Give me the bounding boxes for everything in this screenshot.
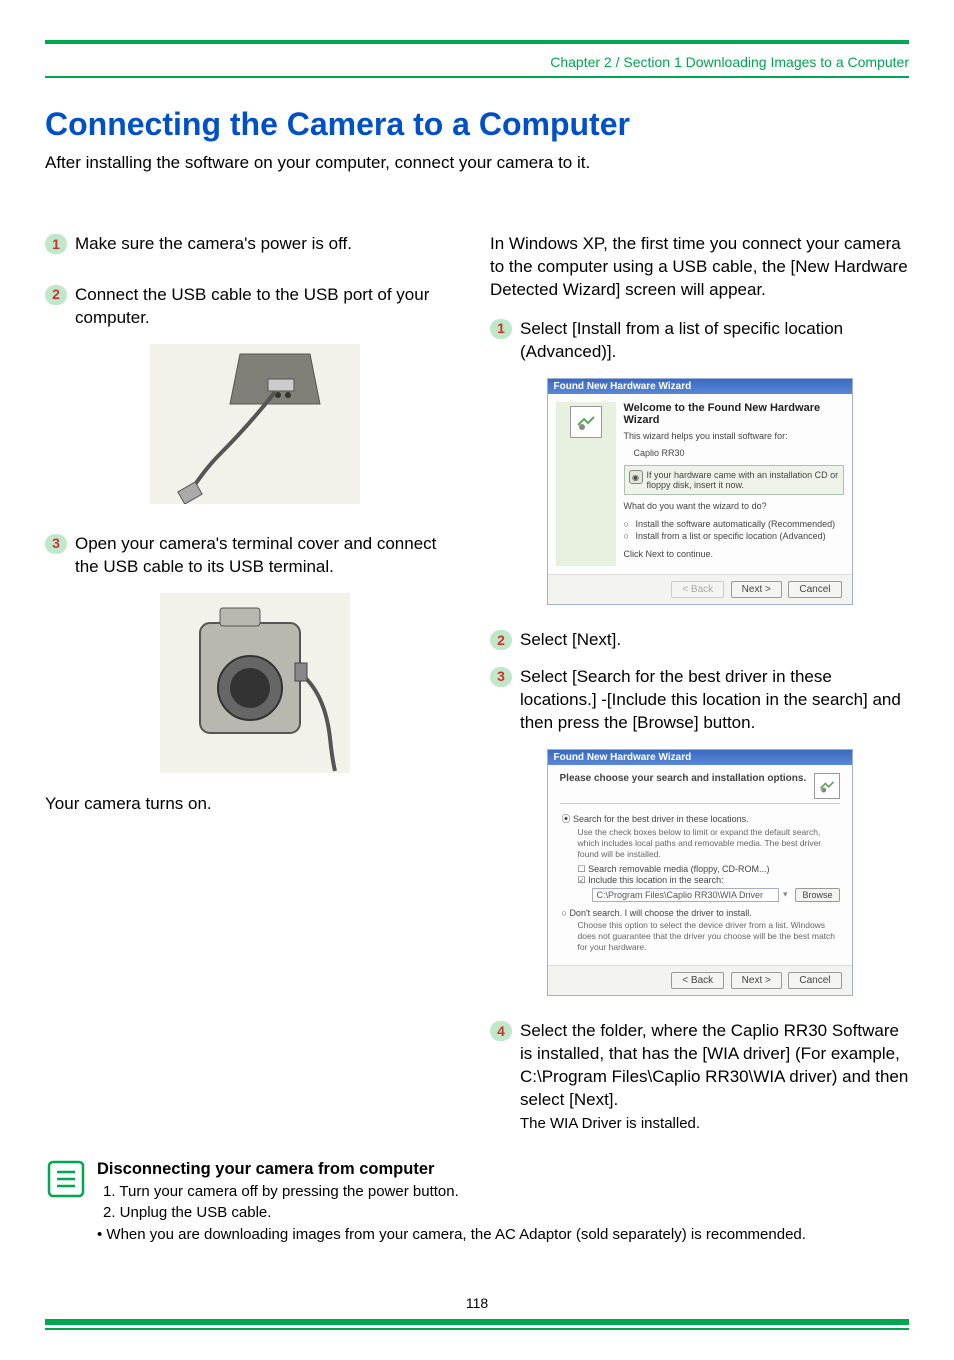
wizard1-heading: Welcome to the Found New Hardware Wizard	[624, 402, 844, 427]
tip-note: When you are downloading images from you…	[97, 1225, 806, 1245]
step-text: Make sure the camera's power is off.	[75, 233, 464, 256]
wizard2-title: Found New Hardware Wizard	[548, 750, 852, 765]
footer-rule-thick	[45, 1319, 909, 1325]
step-text: Select the folder, where the Caplio RR30…	[520, 1020, 909, 1134]
wizard1-opt-advanced[interactable]: Install from a list or specific location…	[624, 531, 844, 541]
right-step-4: 4 Select the folder, where the Caplio RR…	[490, 1020, 909, 1134]
step-badge: 4	[490, 1021, 512, 1041]
step-text: Open your camera's terminal cover and co…	[75, 533, 464, 579]
step-badge: 3	[45, 534, 67, 554]
step-text: Connect the USB cable to the USB port of…	[75, 284, 464, 330]
wizard1-continue: Click Next to continue.	[624, 549, 844, 560]
wizard2-opt1-desc: Use the check boxes below to limit or ex…	[578, 827, 840, 860]
page-number: 118	[45, 1295, 909, 1311]
left-step-2: 2 Connect the USB cable to the USB port …	[45, 284, 464, 330]
hardware-icon	[570, 406, 602, 438]
dropdown-icon[interactable]: ▾	[783, 889, 788, 900]
wizard1-device: Caplio RR30	[624, 448, 844, 459]
wizard2-chk-include-location[interactable]: Include this location in the search:	[578, 875, 840, 886]
note-icon	[45, 1158, 87, 1200]
wizard2-opt-dont-search[interactable]: Don't search. I will choose the driver t…	[562, 908, 840, 918]
wizard1-p1: This wizard helps you install software f…	[624, 431, 844, 442]
wizard2-next-button[interactable]: Next >	[731, 972, 782, 989]
left-step-1: 1 Make sure the camera's power is off.	[45, 233, 464, 256]
wizard1-back-button: < Back	[671, 581, 724, 598]
wizard1-title: Found New Hardware Wizard	[548, 379, 852, 394]
wizard2-browse-button[interactable]: Browse	[795, 888, 839, 902]
wizard1-opt-auto[interactable]: Install the software automatically (Reco…	[624, 519, 844, 529]
wizard1-cancel-button[interactable]: Cancel	[788, 581, 841, 598]
step-badge: 2	[45, 285, 67, 305]
step-badge: 2	[490, 630, 512, 650]
wizard-screenshot-2: Found New Hardware Wizard Please choose …	[490, 749, 909, 996]
right-column: In Windows XP, the first time you connec…	[490, 233, 909, 1136]
intro-text: After installing the software on your co…	[45, 153, 909, 173]
wizard1-hint-text: If your hardware came with an installati…	[647, 470, 839, 490]
wizard2-opt2-desc: Choose this option to select the device …	[578, 920, 840, 953]
header-rule-bottom	[45, 76, 909, 78]
step-text: Select [Install from a list of specific …	[520, 318, 909, 364]
step-text: Select [Next].	[520, 629, 909, 652]
breadcrumb: Chapter 2 / Section 1 Downloading Images…	[45, 54, 909, 76]
tip-step-1: 1. Turn your camera off by pressing the …	[103, 1182, 806, 1202]
wizard1-hint: ◉ If your hardware came with an installa…	[624, 465, 844, 495]
wizard-screenshot-1: Found New Hardware Wizard Welcome to the…	[490, 378, 909, 605]
right-step-1: 1 Select [Install from a list of specifi…	[490, 318, 909, 364]
wizard2-heading: Please choose your search and installati…	[560, 773, 807, 784]
step-badge: 1	[45, 234, 67, 254]
step-badge: 1	[490, 319, 512, 339]
page-title: Connecting the Camera to a Computer	[45, 106, 909, 143]
tip-heading: Disconnecting your camera from computer	[97, 1158, 806, 1180]
wizard2-path-input[interactable]: C:\Program Files\Caplio RR30\WIA Driver	[592, 888, 779, 902]
wizard1-question: What do you want the wizard to do?	[624, 501, 844, 512]
wizard2-chk-removable[interactable]: Search removable media (floppy, CD-ROM..…	[578, 864, 840, 875]
wizard2-back-button[interactable]: < Back	[671, 972, 724, 989]
header-rule-top	[45, 40, 909, 44]
wia-installed-note: The WIA Driver is installed.	[520, 1114, 909, 1134]
left-step-3: 3 Open your camera's terminal cover and …	[45, 533, 464, 579]
right-lead: In Windows XP, the first time you connec…	[490, 233, 909, 302]
right-step-2: 2 Select [Next].	[490, 629, 909, 652]
left-column: 1 Make sure the camera's power is off. 2…	[45, 233, 464, 1136]
wizard1-next-button[interactable]: Next >	[731, 581, 782, 598]
camera-connect-image	[45, 593, 464, 778]
step-text: Select [Search for the best driver in th…	[520, 666, 909, 735]
wizard2-opt-search[interactable]: Search for the best driver in these loca…	[562, 812, 840, 825]
wizard2-cancel-button[interactable]: Cancel	[788, 972, 841, 989]
usb-cable-image	[45, 344, 464, 509]
right-step-3: 3 Select [Search for the best driver in …	[490, 666, 909, 735]
footer-rule-thin	[45, 1328, 909, 1330]
cd-icon: ◉	[629, 470, 643, 484]
tip-step-2: 2. Unplug the USB cable.	[103, 1203, 806, 1223]
hardware-icon	[814, 773, 840, 799]
disconnect-tip: Disconnecting your camera from computer …	[45, 1158, 909, 1245]
camera-on-caption: Your camera turns on.	[45, 794, 464, 814]
step-badge: 3	[490, 667, 512, 687]
